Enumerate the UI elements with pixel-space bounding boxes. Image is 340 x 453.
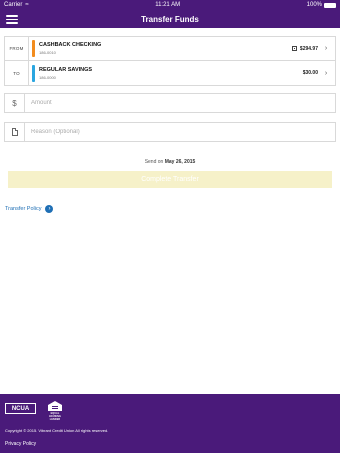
transfer-policy-link[interactable]: Transfer Policy › [5,205,54,213]
from-label: FROM [5,37,29,60]
to-account-number: 186-0000 [39,74,56,80]
equal-housing-label: EQUAL HOUSING LENDER [49,412,61,421]
chevron-right-circle-icon[interactable]: › [45,205,54,213]
to-label: TO [5,61,29,85]
hamburger-menu-icon[interactable] [6,15,18,24]
copyright-text: Copyright © 2015. Vibrant Credit Union A… [5,428,109,433]
reason-field [4,122,336,142]
send-on-date: May 26, 2015 [164,159,196,165]
to-account-balance: $30.00 [302,70,318,76]
send-on-prefix: Send on [144,159,164,165]
transfer-policy-label: Transfer Policy [5,206,42,212]
page-title: Transfer Funds [141,14,199,24]
wifi-icon: ≈ [25,2,29,8]
to-account-color-bar [32,64,35,82]
amount-field: $ [4,93,336,113]
amount-input[interactable] [31,100,311,106]
document-icon [5,123,25,141]
ncua-logo: NCUA [5,403,36,414]
dollar-icon: $ [5,94,25,112]
chevron-right-icon: › [324,69,328,77]
equal-housing-lender-icon: EQUAL HOUSING LENDER [46,401,64,421]
to-account-name: REGULAR SAVINGS [39,66,93,73]
complete-transfer-button[interactable]: Complete Transfer [8,171,332,188]
from-account-color-bar [32,40,35,57]
battery-icon [324,2,336,8]
battery-percent: 100% [306,2,322,8]
calculator-icon[interactable] [291,46,297,51]
transfer-accounts-panel: FROM CASHBACK CHECKING 186-0010 $294.97 … [4,36,336,86]
from-account-number: 186-0010 [39,50,56,55]
footer: NCUA EQUAL HOUSING LENDER Copyright © 20… [0,394,340,453]
chevron-right-icon: › [324,45,328,52]
carrier-label: Carrier [4,2,23,8]
from-account-balance: $294.97 [299,45,318,52]
to-account-row[interactable]: TO REGULAR SAVINGS 186-0000 $30.00 › [5,61,335,85]
reason-input[interactable] [31,129,311,135]
send-on-text[interactable]: Send on May 26, 2015 [0,159,340,165]
privacy-policy-link[interactable]: Privacy Policy [5,441,36,447]
status-bar: Carrier ≈ 11:21 AM 100% [0,0,340,10]
from-account-row[interactable]: FROM CASHBACK CHECKING 186-0010 $294.97 … [5,37,335,61]
clock: 11:21 AM [155,2,181,8]
nav-bar: Transfer Funds [0,10,340,28]
from-account-name: CASHBACK CHECKING [39,42,102,48]
